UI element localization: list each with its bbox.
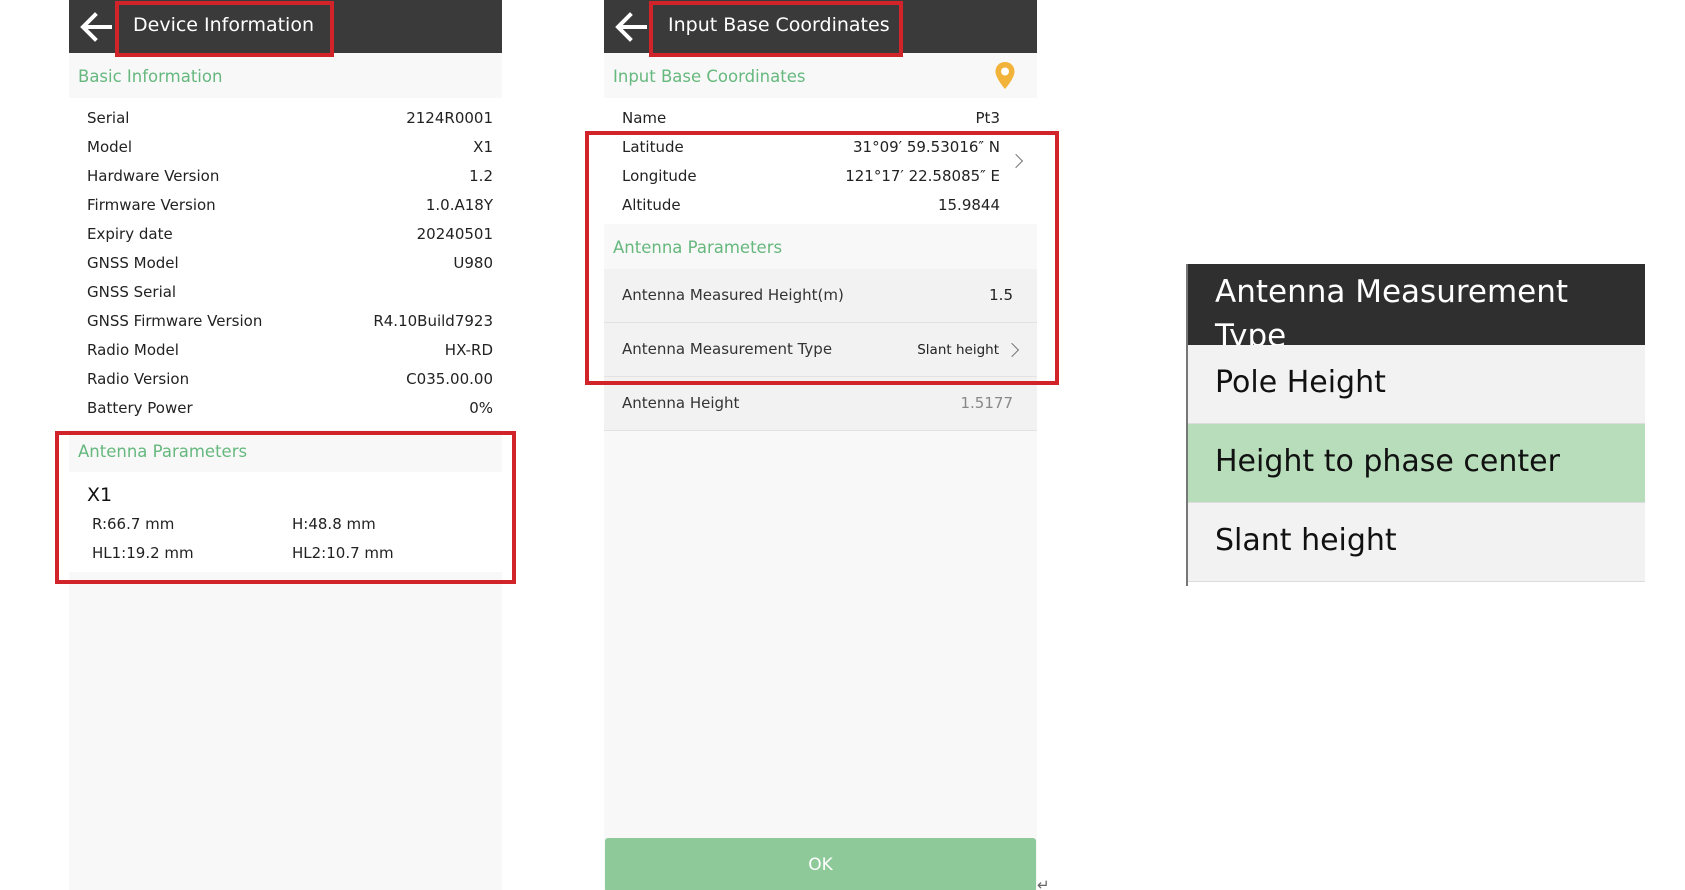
info-row-radio-model: Radio Model HX-RD	[87, 341, 493, 363]
info-value: 20240501	[416, 225, 493, 243]
coordinates-card: Name Pt3 Latitude 31°09′ 59.53016″ N Lon…	[604, 98, 1037, 224]
chevron-right-icon	[1004, 342, 1020, 358]
option-label: Height to phase center	[1215, 444, 1560, 479]
location-pin-button[interactable]	[994, 61, 1016, 91]
info-value: 2124R0001	[406, 109, 493, 127]
info-value: C035.00.00	[406, 370, 493, 388]
info-row-battery-power: Battery Power 0%	[87, 399, 493, 421]
coord-label: Name	[622, 109, 667, 127]
info-label: GNSS Serial	[87, 283, 177, 301]
section-title-input-base-coordinates: Input Base Coordinates	[613, 67, 806, 86]
coord-value: 121°17′ 22.58085″ E	[845, 167, 1000, 185]
info-row-radio-version: Radio Version C035.00.00	[87, 370, 493, 392]
section-title-antenna-parameters: Antenna Parameters	[613, 238, 783, 257]
basic-information-card: Serial 2124R0001 Model X1 Hardware Versi…	[69, 98, 502, 430]
coord-label: Latitude	[622, 138, 684, 156]
coord-row-name[interactable]: Name Pt3	[622, 109, 1000, 131]
info-label: Expiry date	[87, 225, 173, 243]
info-value: X1	[473, 138, 493, 156]
antenna-height-row: Antenna Height 1.5177	[604, 377, 1037, 431]
page-title: Device Information	[133, 14, 315, 36]
info-label: GNSS Firmware Version	[87, 312, 263, 330]
info-row-hardware-version: Hardware Version 1.2	[87, 167, 493, 189]
app-bar: Input Base Coordinates	[604, 0, 1037, 53]
param-label: Antenna Measurement Type	[622, 340, 833, 358]
param-value: 1.5177	[960, 394, 1014, 412]
info-label: Hardware Version	[87, 167, 220, 185]
info-value: U980	[453, 254, 493, 272]
coord-row-longitude[interactable]: Longitude 121°17′ 22.58085″ E	[622, 167, 1000, 189]
info-value: 1.2	[469, 167, 493, 185]
section-title-basic-information: Basic Information	[78, 67, 223, 86]
info-row-gnss-serial: GNSS Serial	[87, 283, 493, 305]
antenna-hl2: HL2:10.7 mm	[292, 544, 394, 562]
info-label: Firmware Version	[87, 196, 216, 214]
info-row-serial: Serial 2124R0001	[87, 109, 493, 131]
device-information-screen: Device Information Basic Information Ser…	[69, 0, 502, 890]
info-label: Model	[87, 138, 133, 156]
antenna-measured-height-row[interactable]: Antenna Measured Height(m) 1.5	[604, 269, 1037, 323]
input-base-coordinates-screen: Input Base Coordinates Input Base Coordi…	[604, 0, 1037, 890]
antenna-hl1: HL1:19.2 mm	[92, 544, 194, 562]
option-pole-height[interactable]: Pole Height	[1188, 345, 1645, 424]
param-label: Antenna Height	[622, 394, 740, 412]
param-value: Slant height	[917, 342, 999, 358]
dialog-title: Antenna Measurement Type	[1215, 274, 1569, 345]
back-button[interactable]	[77, 8, 117, 46]
option-label: Pole Height	[1215, 365, 1386, 400]
coord-value: 15.9844	[937, 196, 1000, 214]
info-value: 1.0.A18Y	[425, 196, 493, 214]
antenna-measurement-type-row[interactable]: Antenna Measurement Type Slant height	[604, 323, 1037, 377]
antenna-measurement-type-dialog: Antenna Measurement Type Pole Height Hei…	[1186, 264, 1645, 586]
info-label: Battery Power	[87, 399, 193, 417]
coord-label: Longitude	[622, 167, 697, 185]
info-label: GNSS Model	[87, 254, 179, 272]
antenna-model: X1	[87, 484, 113, 506]
ok-button[interactable]: OK	[605, 838, 1036, 890]
info-label: Radio Version	[87, 370, 190, 388]
coord-row-altitude[interactable]: Altitude 15.9844	[622, 196, 1000, 218]
antenna-height-h: H:48.8 mm	[292, 515, 376, 533]
info-value: R4.10Build7923	[373, 312, 493, 330]
info-value: 0%	[469, 399, 493, 417]
info-row-gnss-model: GNSS Model U980	[87, 254, 493, 276]
arrow-left-icon	[80, 12, 112, 42]
param-value: 1.5	[989, 286, 1013, 304]
app-bar: Device Information	[69, 0, 502, 53]
coord-row-latitude[interactable]: Latitude 31°09′ 59.53016″ N	[622, 138, 1000, 160]
info-row-firmware-version: Firmware Version 1.0.A18Y	[87, 196, 493, 218]
page-title: Input Base Coordinates	[668, 14, 890, 36]
option-label: Slant height	[1215, 523, 1397, 558]
option-slant-height[interactable]: Slant height	[1188, 503, 1645, 582]
location-pin-icon	[995, 62, 1015, 89]
antenna-radius: R:66.7 mm	[92, 515, 175, 533]
param-label: Antenna Measured Height(m)	[622, 286, 844, 304]
return-mark-icon: ↵	[1037, 876, 1050, 890]
info-label: Serial	[87, 109, 130, 127]
coord-value: Pt3	[975, 109, 1000, 127]
info-row-expiry-date: Expiry date 20240501	[87, 225, 493, 247]
back-button[interactable]	[612, 8, 652, 46]
chevron-right-icon[interactable]	[1008, 153, 1024, 169]
antenna-parameters-card: X1 R:66.7 mm H:48.8 mm HL1:19.2 mm HL2:1…	[69, 472, 502, 572]
arrow-left-icon	[615, 12, 647, 42]
info-row-gnss-firmware-version: GNSS Firmware Version R4.10Build7923	[87, 312, 493, 334]
dialog-header: Antenna Measurement Type	[1188, 264, 1645, 345]
section-title-antenna-parameters: Antenna Parameters	[78, 442, 248, 461]
info-value: HX-RD	[444, 341, 493, 359]
coord-value: 31°09′ 59.53016″ N	[852, 138, 1000, 156]
info-row-model: Model X1	[87, 138, 493, 160]
option-height-to-phase-center[interactable]: Height to phase center	[1188, 424, 1645, 503]
info-label: Radio Model	[87, 341, 179, 359]
coord-label: Altitude	[622, 196, 681, 214]
